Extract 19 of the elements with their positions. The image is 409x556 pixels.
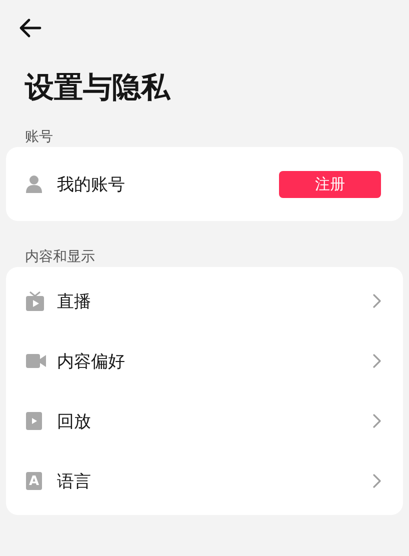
chevron-right-icon[interactable] bbox=[373, 294, 381, 308]
sign-up-button[interactable]: 注册 bbox=[279, 170, 381, 198]
tv-icon bbox=[26, 291, 44, 311]
section-label: 账号 bbox=[24, 128, 54, 147]
video-camera-icon bbox=[26, 354, 46, 368]
play-icon bbox=[26, 412, 42, 430]
chevron-right-icon[interactable] bbox=[373, 474, 381, 488]
section-label: 内容和显示 bbox=[24, 248, 96, 267]
menu-item-label[interactable]: 内容偏好 bbox=[57, 350, 373, 372]
chevron-right-icon[interactable] bbox=[373, 354, 381, 368]
menu-item-label[interactable]: 回放 bbox=[57, 410, 373, 432]
letter-a-icon: A bbox=[26, 472, 42, 490]
menu-item-label[interactable]: 直播 bbox=[57, 290, 373, 312]
page-title: 设置与隐私 bbox=[24, 69, 172, 106]
person-icon bbox=[26, 175, 42, 193]
menu-item-label: 我的账号 bbox=[57, 174, 126, 196]
back-arrow-icon[interactable] bbox=[18, 18, 42, 38]
menu-item-label[interactable]: 语言 bbox=[57, 470, 373, 492]
chevron-right-icon[interactable] bbox=[373, 414, 381, 428]
